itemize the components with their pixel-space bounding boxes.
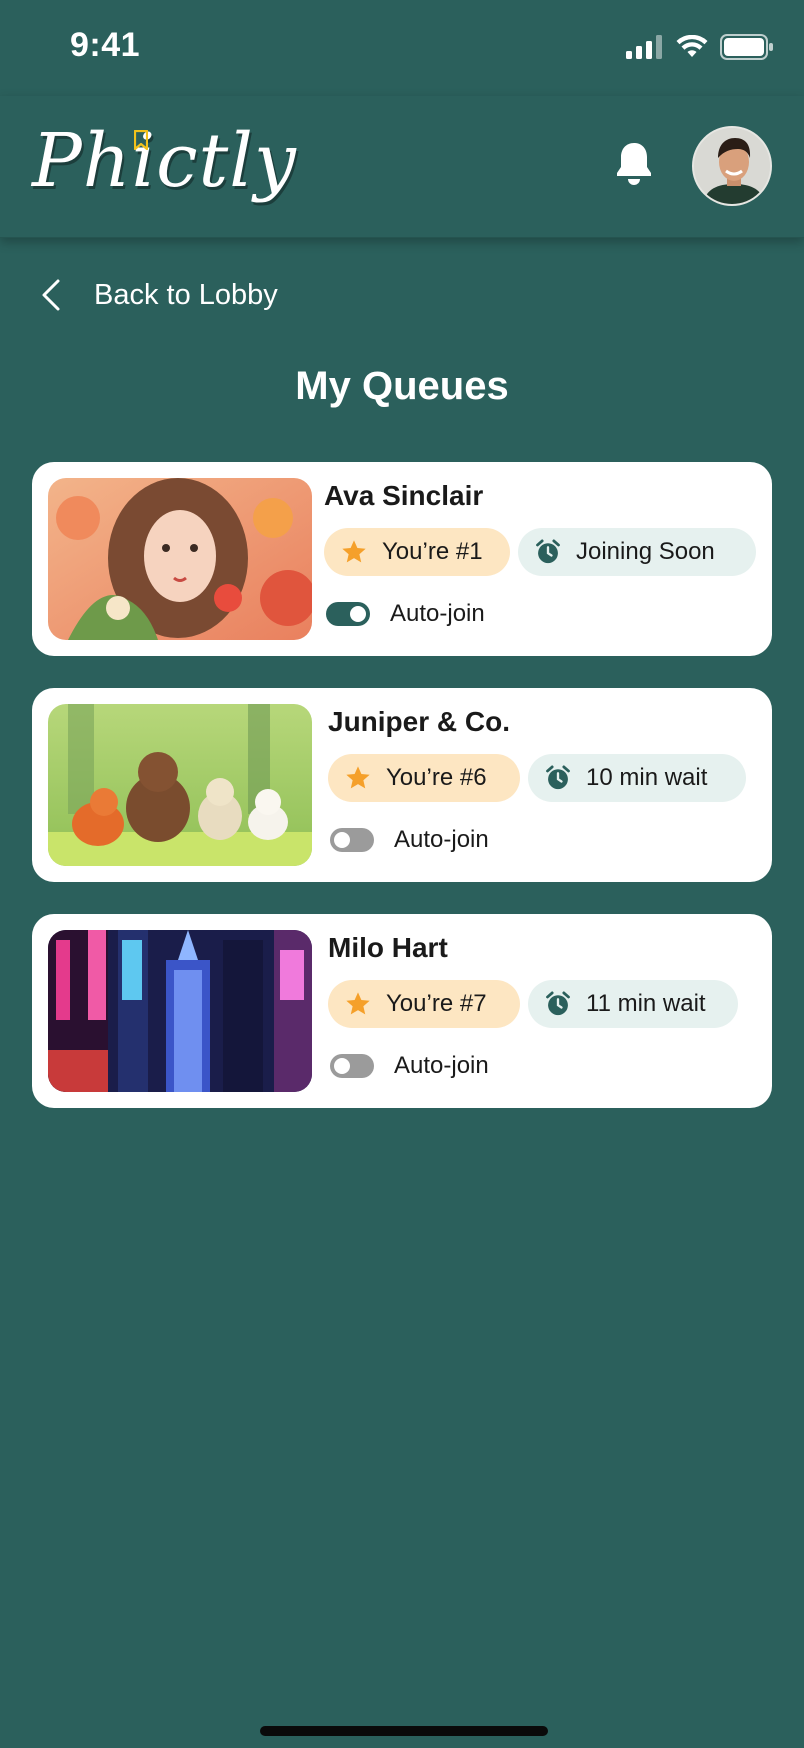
rank-badge: You’re #1 <box>324 528 510 576</box>
rank-label: You’re #6 <box>386 764 487 791</box>
bell-icon[interactable] <box>614 140 654 186</box>
queue-card[interactable]: Milo Hart You’re #7 11 min wait Auto-joi… <box>32 914 772 1108</box>
queue-name: Juniper & Co. <box>328 706 511 737</box>
wait-label: 10 min wait <box>586 764 708 791</box>
auto-join-row: Auto-join <box>326 600 485 628</box>
queue-thumbnail <box>48 930 312 1092</box>
wifi-icon <box>676 35 708 57</box>
alarm-clock-icon <box>546 765 570 790</box>
floral-portrait-illustration <box>48 478 312 640</box>
wait-label: Joining Soon <box>576 538 715 565</box>
queue-name: Milo Hart <box>328 932 448 963</box>
forest-animals-illustration <box>48 704 312 866</box>
back-to-lobby-link[interactable]: Back to Lobby <box>40 270 278 320</box>
app-logo[interactable]: Phictly <box>32 118 297 204</box>
back-to-lobby-label: Back to Lobby <box>94 278 278 311</box>
auto-join-row: Auto-join <box>330 826 489 854</box>
rank-label: You’re #1 <box>382 538 483 565</box>
star-icon <box>346 766 370 789</box>
user-avatar-photo <box>694 128 770 204</box>
status-bar: 9:41 <box>0 0 804 96</box>
auto-join-toggle[interactable] <box>326 602 370 626</box>
queue-card[interactable]: Ava Sinclair You’re #1 Joining Soon Auto… <box>32 462 772 656</box>
avatar[interactable] <box>692 126 772 206</box>
app-header: Phictly <box>0 96 804 238</box>
chevron-left-icon <box>42 279 60 311</box>
queue-name: Ava Sinclair <box>324 480 484 511</box>
auto-join-row: Auto-join <box>330 1052 489 1080</box>
status-time: 9:41 <box>70 26 141 64</box>
auto-join-label: Auto-join <box>394 826 489 853</box>
neon-city-illustration <box>48 930 312 1092</box>
auto-join-toggle[interactable] <box>330 828 374 852</box>
wait-badge: Joining Soon <box>518 528 756 576</box>
queue-thumbnail <box>48 478 312 640</box>
wait-label: 11 min wait <box>586 990 706 1017</box>
queue-thumbnail <box>48 704 312 866</box>
auto-join-label: Auto-join <box>394 1052 489 1079</box>
alarm-clock-icon <box>546 991 570 1016</box>
bookmark-logo-mark-icon <box>134 130 148 150</box>
page-title: My Queues <box>295 364 509 408</box>
battery-icon <box>720 34 773 60</box>
queue-card[interactable]: Juniper & Co. You’re #6 10 min wait Auto… <box>32 688 772 882</box>
wait-badge: 11 min wait <box>528 980 738 1028</box>
star-icon <box>346 992 370 1015</box>
rank-badge: You’re #6 <box>328 754 520 802</box>
rank-label: You’re #7 <box>386 990 487 1017</box>
star-icon <box>342 540 366 563</box>
cellular-signal-icon <box>626 35 662 59</box>
status-icons <box>626 34 774 60</box>
alarm-clock-icon <box>536 539 560 564</box>
wait-badge: 10 min wait <box>528 754 746 802</box>
auto-join-label: Auto-join <box>390 600 485 627</box>
rank-badge: You’re #7 <box>328 980 520 1028</box>
home-indicator[interactable] <box>260 1726 548 1736</box>
auto-join-toggle[interactable] <box>330 1054 374 1078</box>
